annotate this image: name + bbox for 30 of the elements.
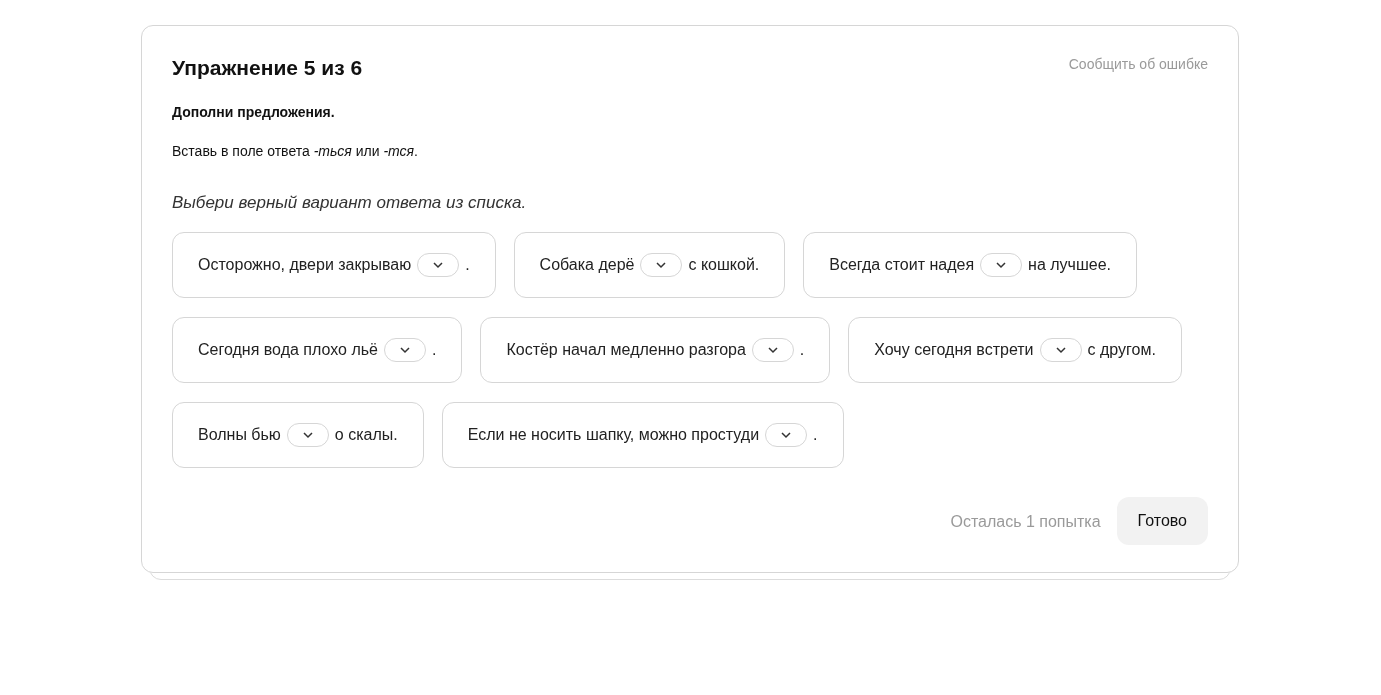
attempts-text: Осталась 1 попытка: [950, 512, 1101, 532]
sentence-text: Сегодня вода плохо льё: [198, 340, 378, 360]
sentence-text: Всегда стоит надея: [829, 255, 975, 275]
sentence-text: Собака дерё: [539, 255, 635, 275]
chevron-down-icon: [995, 261, 1008, 269]
task-text: Дополни предложения.: [172, 102, 336, 122]
chevron-down-icon: [1054, 346, 1067, 354]
instruction-text: Вставь в поле ответа -ться или -тся.: [172, 141, 419, 161]
sentence-text: .: [813, 425, 818, 445]
sentence-text: Хочу сегодня встрети: [874, 340, 1034, 360]
sentence-text: на лучшее.: [1028, 255, 1111, 275]
sentence-text: с кошкой.: [688, 255, 760, 275]
done-button[interactable]: Готово: [1116, 497, 1208, 545]
sentence-text: Если не носить шапку, можно простуди: [467, 425, 760, 445]
sentence-text: Волны бью: [198, 425, 281, 445]
sentence-text: Костёр начал медленно разгора: [506, 340, 746, 360]
chevron-down-icon: [655, 261, 668, 269]
sentence-text: с другом.: [1087, 340, 1156, 360]
sentence-text: .: [431, 340, 437, 360]
sentence-text: .: [799, 340, 805, 360]
chevron-down-icon: [780, 431, 793, 439]
chevron-down-icon: [766, 346, 779, 354]
chevron-down-icon: [398, 346, 411, 354]
exercise-title: Упражнение 5 из 6: [172, 55, 363, 81]
sentence-text: о скалы.: [334, 425, 398, 445]
chevron-down-icon: [432, 261, 445, 269]
chevron-down-icon: [301, 431, 314, 439]
sentence-text: .: [465, 255, 470, 275]
sentence-text: Осторожно, двери закрываю: [198, 255, 412, 275]
hint-text: Выбери верный вариант ответа из списка.: [172, 191, 528, 214]
